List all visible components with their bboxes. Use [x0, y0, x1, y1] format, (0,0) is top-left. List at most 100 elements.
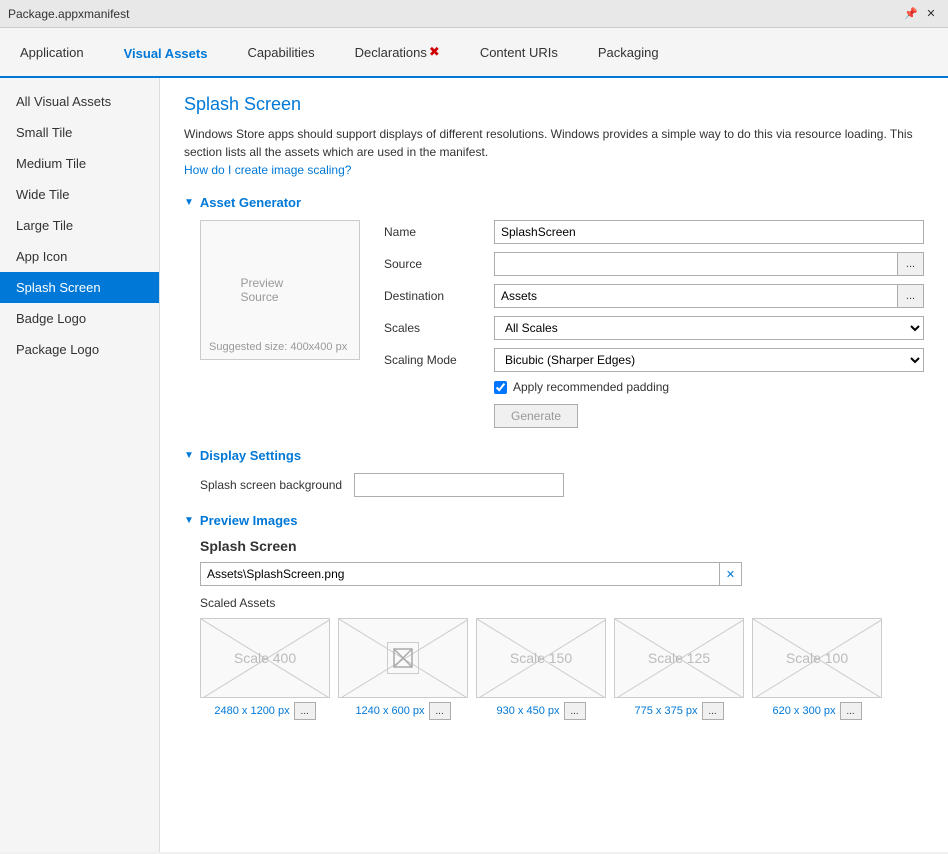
sidebar-item-small-tile[interactable]: Small Tile: [0, 117, 159, 148]
sidebar-item-wide-tile[interactable]: Wide Tile: [0, 179, 159, 210]
thumb-scale-100-size: 620 x 300 px: [773, 705, 836, 717]
tab-content-uris[interactable]: Content URIs: [460, 28, 578, 76]
thumb-scale-100: Scale 100 620 x 300 px ...: [752, 618, 882, 720]
asset-generator-body: Preview Source Suggested size: 400x400 p…: [200, 220, 924, 428]
background-row: Splash screen background: [200, 473, 924, 497]
sidebar-item-all-visual-assets[interactable]: All Visual Assets: [0, 86, 159, 117]
sidebar-item-splash-screen[interactable]: Splash Screen: [0, 272, 159, 303]
display-settings-header[interactable]: ▼ Display Settings: [184, 448, 924, 463]
close-icon[interactable]: ✕: [922, 5, 940, 23]
declarations-error-badge: ✖: [429, 44, 440, 60]
thumb-scale-125-box: Scale 125: [614, 618, 744, 698]
destination-input[interactable]: [494, 284, 898, 308]
file-path-clear-button[interactable]: ✕: [720, 562, 742, 586]
source-browse-button[interactable]: ...: [898, 252, 924, 276]
name-input[interactable]: [494, 220, 924, 244]
thumb-scale-400-browse-button[interactable]: ...: [294, 702, 316, 720]
help-link[interactable]: How do I create image scaling?: [184, 163, 351, 177]
tab-packaging[interactable]: Packaging: [578, 28, 679, 76]
preview-images-subtitle: Splash Screen: [200, 538, 924, 554]
padding-checkbox-label: Apply recommended padding: [513, 380, 669, 394]
asset-generator-header[interactable]: ▼ Asset Generator: [184, 195, 924, 210]
page-title: Splash Screen: [184, 94, 924, 115]
thumb-scale-400-x: 1240 x 600 px ...: [338, 618, 468, 720]
sidebar: All Visual Assets Small Tile Medium Tile…: [0, 78, 160, 852]
thumb-scale-400-size: 2480 x 1200 px: [214, 705, 289, 717]
thumb-scale-125: Scale 125 775 x 375 px ...: [614, 618, 744, 720]
thumb-scale-125-size: 775 x 375 px: [635, 705, 698, 717]
preview-collapse-arrow-icon: ▼: [184, 515, 194, 526]
content-area: Splash Screen Windows Store apps should …: [160, 78, 948, 852]
thumb-scale-100-info: 620 x 300 px ...: [773, 702, 862, 720]
destination-label: Destination: [384, 289, 494, 303]
thumb-scale-400-x-browse-button[interactable]: ...: [429, 702, 451, 720]
thumb-scale-150-browse-button[interactable]: ...: [564, 702, 586, 720]
asset-generator-form: Name Source ... Destination ... S: [384, 220, 924, 428]
thumb-scale-150: Scale 150 930 x 450 px ...: [476, 618, 606, 720]
scales-label: Scales: [384, 321, 494, 335]
collapse-arrow-icon: ▼: [184, 197, 194, 208]
thumb-scale-100-box: Scale 100: [752, 618, 882, 698]
description-text: Windows Store apps should support displa…: [184, 125, 924, 179]
thumb-scale-400-info: 2480 x 1200 px ...: [214, 702, 315, 720]
sidebar-item-app-icon[interactable]: App Icon: [0, 241, 159, 272]
sidebar-item-badge-logo[interactable]: Badge Logo: [0, 303, 159, 334]
pin-icon[interactable]: 📌: [902, 5, 920, 23]
sidebar-item-large-tile[interactable]: Large Tile: [0, 210, 159, 241]
thumb-scale-125-browse-button[interactable]: ...: [702, 702, 724, 720]
scaled-assets-label: Scaled Assets: [200, 596, 924, 610]
display-collapse-arrow-icon: ▼: [184, 450, 194, 461]
file-path-input[interactable]: [200, 562, 720, 586]
tab-capabilities[interactable]: Capabilities: [227, 28, 334, 76]
thumb-scale-100-browse-button[interactable]: ...: [840, 702, 862, 720]
scales-row: Scales All Scales 100 125 150 400: [384, 316, 924, 340]
thumb-scale-400-box: Scale 400: [200, 618, 330, 698]
background-label: Splash screen background: [200, 478, 342, 492]
preview-images-header[interactable]: ▼ Preview Images: [184, 513, 924, 528]
broken-image-svg: [391, 646, 415, 670]
preview-images-body: Splash Screen ✕ Scaled Assets Scal: [200, 538, 924, 720]
thumb-scale-400: Scale 400 2480 x 1200 px ...: [200, 618, 330, 720]
title-bar-icons: 📌 ✕: [902, 5, 940, 23]
thumb-scale-150-info: 930 x 450 px ...: [497, 702, 586, 720]
title-bar-text: Package.appxmanifest: [8, 7, 902, 21]
thumb-scale-400-label: Scale 400: [234, 650, 296, 666]
source-label: Source: [384, 257, 494, 271]
sidebar-item-package-logo[interactable]: Package Logo: [0, 334, 159, 365]
thumb-scale-400-x-size: 1240 x 600 px: [355, 705, 424, 717]
destination-browse-button[interactable]: ...: [898, 284, 924, 308]
scaling-mode-select[interactable]: Bicubic (Sharper Edges) Bilinear Nearest…: [494, 348, 924, 372]
background-color-input[interactable]: [354, 473, 564, 497]
thumb-scale-400-x-box: [338, 618, 468, 698]
thumb-scale-400-x-info: 1240 x 600 px ...: [355, 702, 450, 720]
preview-source-box: Preview Source Suggested size: 400x400 p…: [200, 220, 360, 360]
scaling-mode-row: Scaling Mode Bicubic (Sharper Edges) Bil…: [384, 348, 924, 372]
scaled-thumbnails: Scale 400 2480 x 1200 px ...: [200, 618, 924, 720]
name-row: Name: [384, 220, 924, 244]
thumb-scale-150-box: Scale 150: [476, 618, 606, 698]
scaling-mode-label: Scaling Mode: [384, 353, 494, 367]
thumb-scale-125-info: 775 x 375 px ...: [635, 702, 724, 720]
name-label: Name: [384, 225, 494, 239]
display-settings-body: Splash screen background: [200, 473, 924, 497]
preview-size-hint: Suggested size: 400x400 px: [209, 341, 347, 353]
padding-checkbox-row: Apply recommended padding: [494, 380, 924, 394]
thumb-scale-150-size: 930 x 450 px: [497, 705, 560, 717]
tab-application[interactable]: Application: [0, 28, 104, 76]
thumb-scale-125-label: Scale 125: [648, 650, 710, 666]
main-layout: All Visual Assets Small Tile Medium Tile…: [0, 78, 948, 852]
tab-visual-assets[interactable]: Visual Assets: [104, 30, 228, 78]
title-bar: Package.appxmanifest 📌 ✕: [0, 0, 948, 28]
source-row: Source ...: [384, 252, 924, 276]
thumb-scale-150-label: Scale 150: [510, 650, 572, 666]
tab-declarations[interactable]: Declarations ✖: [335, 28, 460, 76]
preview-source-label: Preview Source: [241, 276, 320, 304]
destination-row: Destination ...: [384, 284, 924, 308]
sidebar-item-medium-tile[interactable]: Medium Tile: [0, 148, 159, 179]
generate-button[interactable]: Generate: [494, 404, 578, 428]
tab-bar: Application Visual Assets Capabilities D…: [0, 28, 948, 78]
padding-checkbox[interactable]: [494, 381, 507, 394]
scales-select[interactable]: All Scales 100 125 150 400: [494, 316, 924, 340]
file-path-row: ✕: [200, 562, 924, 586]
source-input[interactable]: [494, 252, 898, 276]
